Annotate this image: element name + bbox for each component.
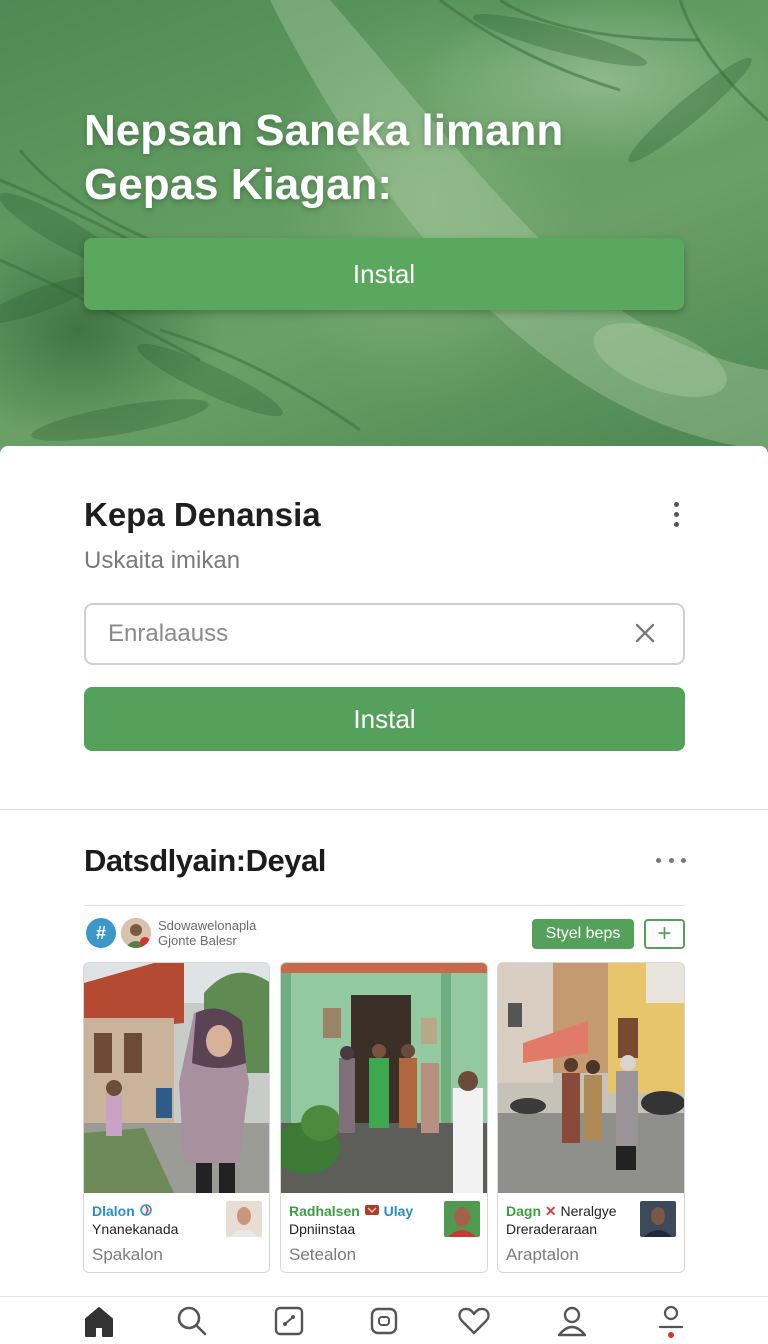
- tile-tag: Setealon: [289, 1245, 357, 1264]
- tile-tag: Araptalon: [506, 1245, 579, 1264]
- nav-favorites[interactable]: [454, 1305, 494, 1341]
- nav-camera[interactable]: [364, 1305, 404, 1341]
- nav-account[interactable]: [651, 1305, 691, 1341]
- avatar-image: [121, 918, 151, 948]
- email-field-wrapper: [84, 603, 685, 665]
- bottom-navigation: [0, 1296, 768, 1344]
- tile-photo: [498, 963, 684, 1193]
- style-button[interactable]: Styel beps: [532, 919, 634, 949]
- tile-subtitle: Dreraderaraan: [506, 1221, 598, 1237]
- add-button[interactable]: +: [644, 919, 685, 949]
- tile-tag: Spakalon: [92, 1245, 163, 1264]
- gallery-tile-3[interactable]: Dagn ✕ Neralgye Dreraderaraan Araptalon: [497, 962, 685, 1273]
- gallery-tile-2[interactable]: Radhalsen Ulay Dpniinstaa Setealon: [280, 962, 488, 1273]
- tile-thumbnail: [226, 1201, 262, 1237]
- card-subtitle: Uskaita imikan: [84, 547, 241, 574]
- hero-install-button[interactable]: Instal: [84, 238, 684, 310]
- plus-icon: +: [657, 920, 672, 947]
- hashtag-icon[interactable]: #: [86, 918, 116, 948]
- nav-share[interactable]: [269, 1305, 309, 1341]
- gallery-tile-1[interactable]: Dlalon Ynanekanada Spakalon: [83, 962, 270, 1273]
- home-icon: [85, 1307, 113, 1337]
- badge-icon: [364, 1205, 379, 1215]
- tile-subtitle: Ynanekanada: [92, 1221, 179, 1237]
- more-horizontal-icon: [656, 857, 661, 863]
- tile-name: Dagn ✕ Neralgye: [506, 1203, 617, 1219]
- pin-icon: [139, 1204, 152, 1216]
- nav-profile[interactable]: [552, 1305, 592, 1341]
- hero-banner: Nepsan Saneka limann Gepas Kiagan: Insta…: [0, 0, 768, 460]
- meta-author: Sdowawelonapla: [158, 918, 257, 933]
- card-menu-button[interactable]: [664, 496, 688, 532]
- cross-icon: ✕: [544, 1203, 557, 1219]
- section-divider: [84, 905, 685, 906]
- hero-title: Nepsan Saneka limann Gepas Kiagan:: [84, 104, 644, 212]
- meta-subtitle: Gjonte Balesr: [158, 933, 237, 948]
- tile-thumbnail: [444, 1201, 480, 1237]
- profile-icon: [557, 1306, 587, 1337]
- nav-search[interactable]: [172, 1305, 212, 1341]
- tile-name: Radhalsen Ulay: [289, 1203, 414, 1219]
- tile-name: Dlalon: [92, 1203, 153, 1219]
- tile-thumbnail: [640, 1201, 676, 1237]
- more-vertical-icon: [673, 501, 679, 507]
- tile-photo: [84, 963, 269, 1193]
- email-field[interactable]: [108, 605, 608, 663]
- section-title: Datsdlyain:Deyal: [84, 843, 326, 878]
- nav-home[interactable]: [79, 1305, 119, 1341]
- heart-icon: [458, 1307, 490, 1335]
- hero-title-line2: Gepas Kiagan:: [84, 160, 393, 209]
- tile-photo: [281, 963, 487, 1193]
- share-icon: [274, 1306, 304, 1336]
- card-install-button[interactable]: Instal: [84, 687, 685, 751]
- card-title: Kepa Denansia: [84, 496, 321, 533]
- tile-subtitle: Dpniinstaa: [289, 1221, 356, 1237]
- account-icon: [658, 1305, 684, 1338]
- hero-foliage-image: [0, 0, 768, 450]
- close-icon[interactable]: [633, 621, 657, 645]
- hero-title-line1: Nepsan Saneka limann: [84, 106, 564, 155]
- search-icon: [177, 1306, 207, 1336]
- avatar[interactable]: [121, 918, 151, 948]
- section-more-button[interactable]: [656, 850, 686, 870]
- camera-icon: [370, 1307, 398, 1335]
